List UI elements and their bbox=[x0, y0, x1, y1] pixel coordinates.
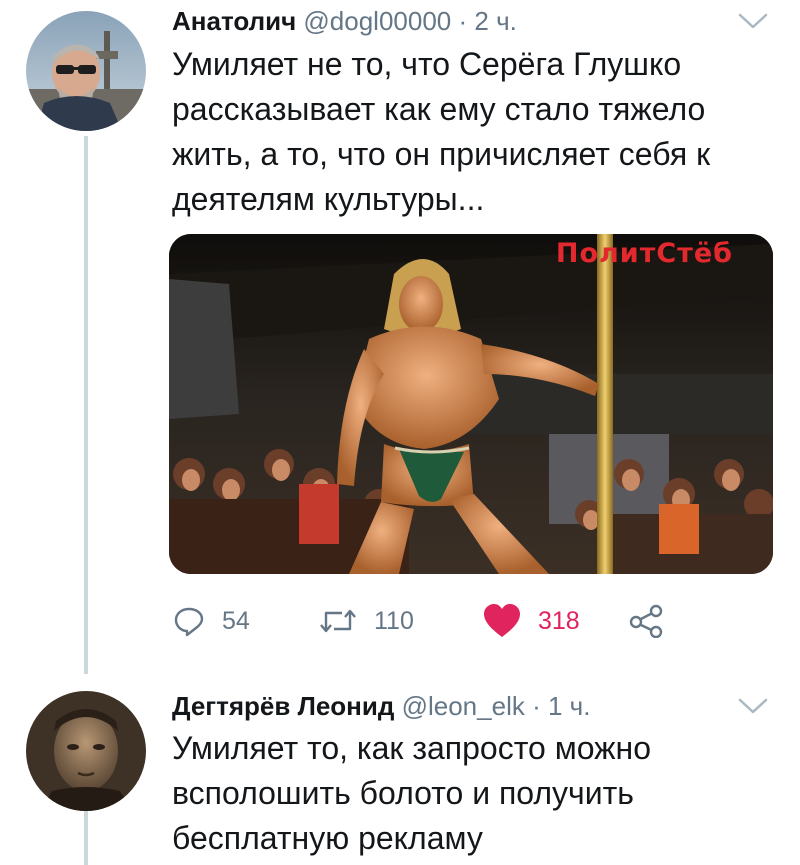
tweet-text: Умиляет не то, что Серёга Глушко рассказ… bbox=[172, 46, 711, 217]
timestamp[interactable]: 1 ч. bbox=[548, 691, 590, 721]
share-icon bbox=[629, 604, 663, 638]
heart-icon bbox=[484, 604, 520, 637]
retweet-icon bbox=[320, 609, 356, 633]
avatar-photo-icon bbox=[26, 11, 146, 131]
tweet-actions: 54 110 318 bbox=[172, 597, 692, 645]
share-button[interactable] bbox=[628, 597, 664, 645]
author-handle[interactable]: @leon_elk bbox=[402, 691, 525, 721]
reply-button[interactable]: 54 bbox=[172, 597, 250, 645]
author-handle[interactable]: @dogl00000 bbox=[303, 6, 451, 36]
watermark-label: ПолитСтёб bbox=[555, 238, 733, 269]
reply-icon bbox=[174, 607, 204, 637]
like-count: 318 bbox=[538, 606, 580, 635]
like-button[interactable]: 318 bbox=[482, 597, 580, 645]
chevron-down-icon[interactable] bbox=[736, 9, 770, 33]
tweet[interactable]: Анатолич @dogl00000 · 2 ч. Умиляет не то… bbox=[0, 0, 800, 680]
retweet-count: 110 bbox=[374, 606, 414, 635]
tweet-header: Дегтярёв Леонид @leon_elk · 1 ч. bbox=[172, 688, 770, 724]
tweet-text: Умиляет то, как запросто можно всполошит… bbox=[172, 730, 651, 856]
photo-stage-performer-icon bbox=[169, 234, 773, 574]
author-name[interactable]: Дегтярёв Леонид bbox=[172, 691, 394, 721]
avatar[interactable] bbox=[26, 11, 146, 131]
author-name[interactable]: Анатолич bbox=[172, 6, 296, 36]
reply-count: 54 bbox=[222, 606, 250, 635]
tweet[interactable]: Дегтярёв Леонид @leon_elk · 1 ч. Умиляет… bbox=[0, 680, 800, 865]
timestamp[interactable]: 2 ч. bbox=[474, 6, 516, 36]
avatar-photo-icon bbox=[26, 691, 146, 811]
separator-dot: · bbox=[532, 691, 541, 721]
separator-dot: · bbox=[458, 6, 468, 36]
tweet-header: Анатолич @dogl00000 · 2 ч. bbox=[172, 3, 770, 39]
chevron-down-icon[interactable] bbox=[736, 694, 770, 718]
retweet-button[interactable]: 110 bbox=[318, 597, 414, 645]
tweet-photo[interactable]: ПолитСтёб bbox=[169, 234, 773, 574]
avatar[interactable] bbox=[26, 691, 146, 811]
